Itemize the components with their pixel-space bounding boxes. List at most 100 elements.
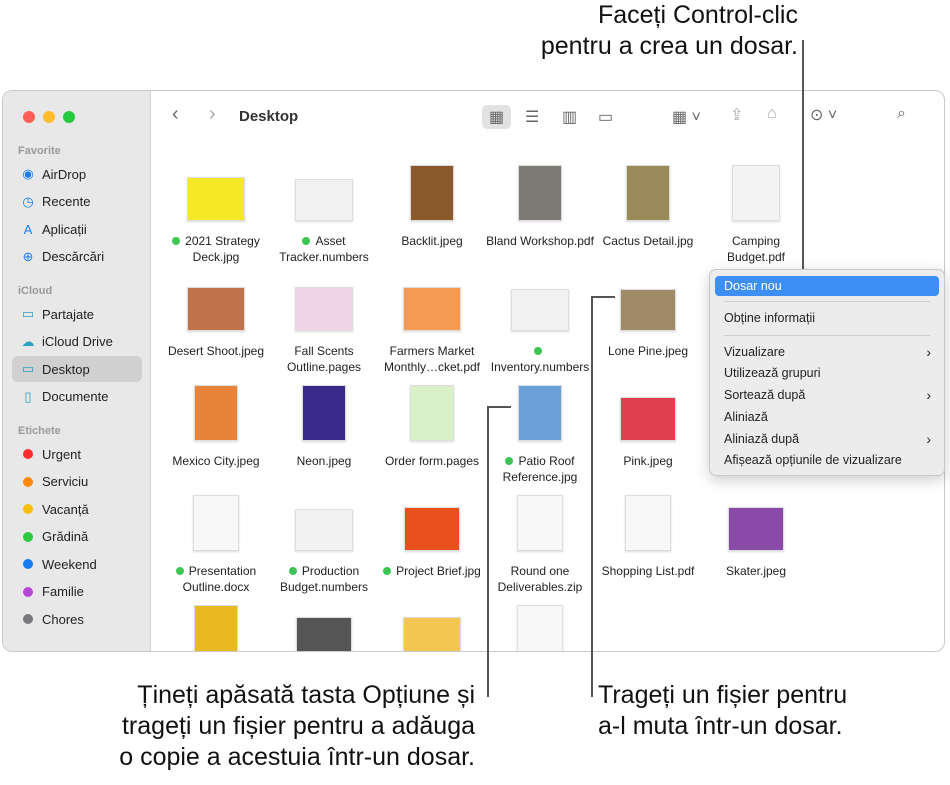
sidebar-item-partajate[interactable]: ▭ Partajate: [12, 301, 142, 327]
zoom-button[interactable]: [63, 111, 75, 123]
file-name: Patio Roof Reference.jpg: [486, 453, 594, 485]
file-name: Bland Workshop.pdf: [486, 233, 594, 249]
menu-item-dosar-nou[interactable]: Dosar nou: [715, 276, 939, 296]
column-view-icon[interactable]: ▥: [562, 107, 577, 127]
chevron-right-icon: ›: [926, 387, 931, 404]
file-item[interactable]: [378, 599, 486, 651]
sidebar-item-weekend[interactable]: Weekend: [12, 551, 142, 577]
file-name: Shopping List.pdf: [594, 563, 702, 579]
file-thumbnail-image: [728, 507, 784, 551]
file-thumbnail: [378, 159, 486, 221]
menu-item-vizualizare[interactable]: Vizualizare ›: [715, 342, 939, 362]
menu-item-aliniaz-[interactable]: Aliniază: [715, 407, 939, 427]
file-item[interactable]: Camping Budget.pdf: [702, 159, 810, 265]
file-item[interactable]: Asset Tracker.numbers: [270, 159, 378, 265]
file-item[interactable]: Fall Scents Outline.pages: [270, 269, 378, 375]
file-thumbnail-image: [403, 287, 461, 331]
file-item[interactable]: Desert Shoot.jpeg: [162, 269, 270, 359]
close-button[interactable]: [23, 111, 35, 123]
menu-item-sorteaz-dup-[interactable]: Sortează după ›: [715, 385, 939, 405]
sidebar-item-aplica-ii[interactable]: A Aplicații: [12, 216, 142, 242]
file-item[interactable]: Patio Roof Reference.jpg: [486, 379, 594, 485]
file-name-text: Fall Scents Outline.pages: [286, 344, 362, 374]
file-name: Inventory.numbers: [486, 343, 594, 375]
sidebar-item-documente[interactable]: ▯ Documente: [12, 384, 142, 410]
sidebar-item-label: Weekend: [42, 556, 97, 572]
file-item[interactable]: Farmers Market Monthly…cket.pdf: [378, 269, 486, 375]
file-item[interactable]: 2021 Strategy Deck.jpg: [162, 159, 270, 265]
sidebar-item-label: AirDrop: [42, 166, 87, 182]
file-item[interactable]: Round one Deliverables.zip: [486, 489, 594, 595]
sidebar-item-label: Partajate: [42, 306, 95, 322]
menu-item-aliniaz-dup-[interactable]: Aliniază după ›: [715, 429, 939, 449]
menu-item-utilizeaz-grupuri[interactable]: Utilizează grupuri: [715, 363, 939, 383]
file-item[interactable]: Presentation Outline.docx: [162, 489, 270, 595]
file-item[interactable]: Shopping List.pdf: [594, 489, 702, 579]
more-icon[interactable]: ⊙ ˅: [810, 105, 837, 125]
sidebar-item-gr-din-[interactable]: Grădină: [12, 524, 142, 550]
file-thumbnail-image: [732, 165, 780, 221]
share-icon[interactable]: ⇪: [730, 105, 743, 125]
file-thumbnail-image: [626, 165, 670, 221]
file-thumbnail-image: [295, 179, 353, 221]
file-item[interactable]: Pink.jpeg: [594, 379, 702, 469]
file-name-text: Bland Workshop.pdf: [486, 234, 594, 248]
file-name: Pink.jpeg: [594, 453, 702, 469]
sidebar-item-urgent[interactable]: Urgent: [12, 441, 142, 467]
desktop-icon: ▭: [21, 361, 35, 376]
sidebar-item-airdrop[interactable]: ◉ AirDrop: [12, 161, 142, 187]
file-item[interactable]: Inventory.numbers: [486, 269, 594, 375]
tag-dot-icon: [505, 457, 514, 465]
file-thumbnail: [270, 269, 378, 331]
search-icon[interactable]: ⌕: [897, 105, 906, 123]
file-name: Cactus Detail.jpg: [594, 233, 702, 249]
file-thumbnail: [594, 159, 702, 221]
menu-item-afi-eaz-op-iunile-de-vizualizare[interactable]: Afișează opțiunile de vizualizare: [715, 450, 939, 470]
file-item[interactable]: [270, 599, 378, 651]
minimize-button[interactable]: [43, 111, 55, 123]
file-name-text: 2021 Strategy Deck.jpg: [185, 234, 260, 264]
sidebar-item-label: Chores: [42, 611, 84, 627]
menu-item-ob-ine-informa-ii[interactable]: Obține informații: [715, 308, 939, 328]
gallery-view-icon[interactable]: ▭: [598, 107, 613, 127]
file-item[interactable]: Bland Workshop.pdf: [486, 159, 594, 249]
chevron-right-icon: ›: [926, 430, 931, 447]
file-item[interactable]: Backlit.jpeg: [378, 159, 486, 249]
sidebar-item-familie[interactable]: Familie: [12, 579, 142, 605]
sidebar-item-desc-rc-ri[interactable]: ⊕ Descărcări: [12, 244, 142, 270]
file-item[interactable]: Skater.jpeg: [702, 489, 810, 579]
forward-icon[interactable]: ›: [209, 103, 216, 126]
sidebar-item-icloud-drive[interactable]: ☁ iCloud Drive: [12, 329, 142, 355]
annotation-line: o copie a acestuia într-un dosar.: [119, 743, 475, 771]
file-item[interactable]: Mexico City.jpeg: [162, 379, 270, 469]
file-item[interactable]: Lone Pine.jpeg: [594, 269, 702, 359]
file-name-text: Farmers Market Monthly…cket.pdf: [383, 344, 481, 374]
sidebar-item-recente[interactable]: ◷ Recente: [12, 189, 142, 215]
list-view-icon[interactable]: ☰: [525, 107, 539, 127]
sidebar-item-desktop[interactable]: ▭ Desktop: [12, 356, 142, 382]
file-item[interactable]: Project Brief.jpg: [378, 489, 486, 579]
sidebar-item-label: Vacanță: [42, 501, 89, 517]
sidebar-item-serviciu[interactable]: Serviciu: [12, 469, 142, 495]
file-item[interactable]: Production Budget.numbers: [270, 489, 378, 595]
group-icon[interactable]: ▦ ˅: [672, 107, 701, 127]
icon-view-icon[interactable]: ▦: [482, 105, 512, 129]
file-item[interactable]: [162, 599, 270, 651]
back-icon[interactable]: ‹: [172, 103, 179, 126]
file-thumbnail-image: [403, 617, 461, 651]
menu-item-label: Dosar nou: [724, 279, 782, 293]
file-item[interactable]: Cactus Detail.jpg: [594, 159, 702, 249]
file-name: Backlit.jpeg: [378, 233, 486, 249]
file-item[interactable]: [486, 599, 594, 651]
file-name-text: Asset Tracker.numbers: [279, 234, 369, 264]
file-item[interactable]: Neon.jpeg: [270, 379, 378, 469]
airdrop-icon: ◉: [22, 166, 34, 181]
file-thumbnail: [378, 489, 486, 551]
file-name-text: Inventory.numbers: [490, 360, 590, 374]
file-thumbnail-image: [410, 165, 454, 221]
sidebar-item-label: Aplicații: [42, 221, 87, 237]
sidebar-item-chores[interactable]: Chores: [12, 606, 142, 632]
file-item[interactable]: Order form.pages: [378, 379, 486, 469]
sidebar-item-vacan-[interactable]: Vacanță: [12, 496, 142, 522]
tag-icon[interactable]: ⌂: [767, 105, 777, 123]
